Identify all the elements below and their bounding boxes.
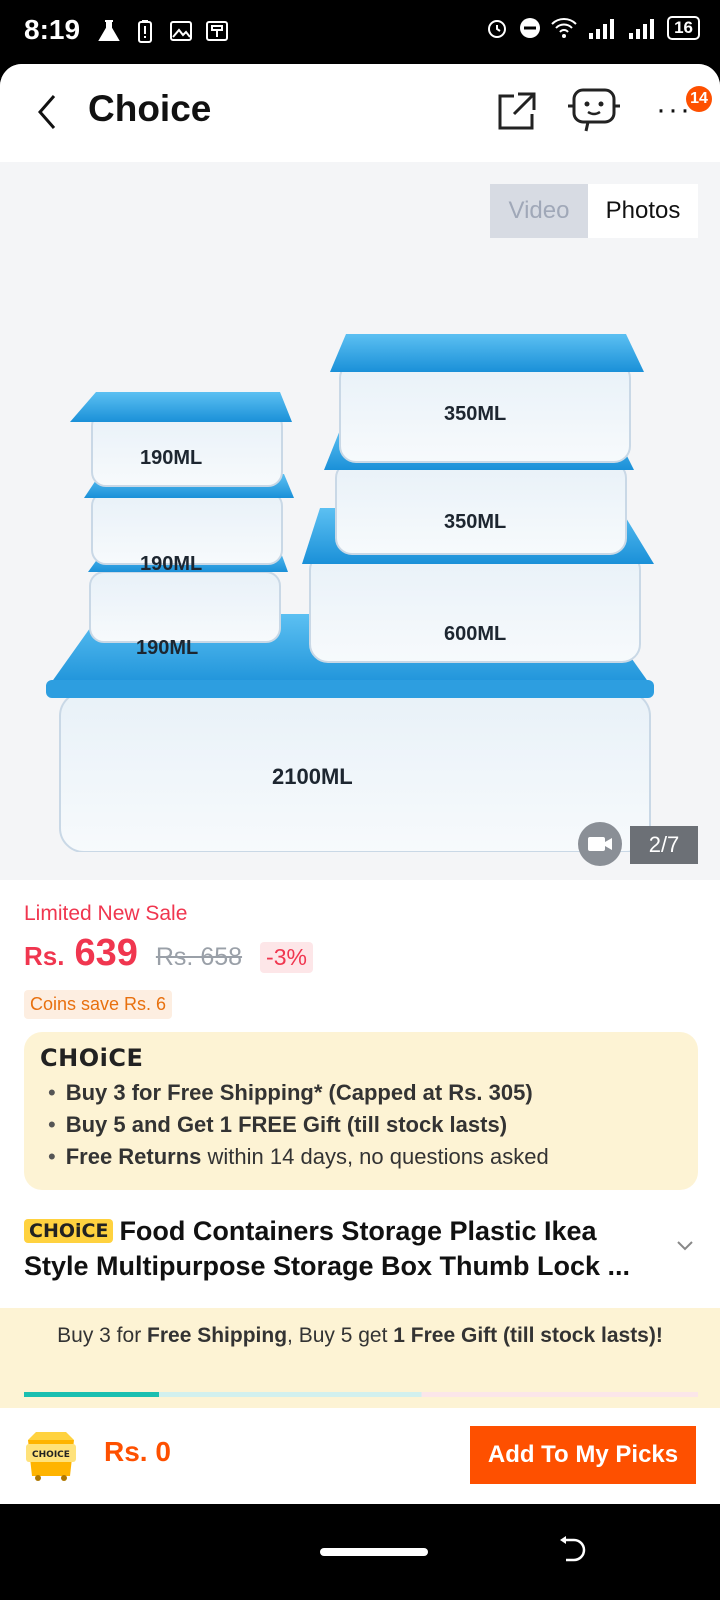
choice-logo: CHOiCE (40, 1044, 144, 1072)
system-nav-bar (0, 1504, 720, 1600)
alarm-icon (488, 20, 507, 38)
back-arrow-icon[interactable] (30, 92, 66, 132)
label-190ml-middle: 190ML (140, 553, 202, 575)
promo-banner[interactable]: Buy 3 for Free Shipping, Buy 5 get 1 Fre… (0, 1308, 720, 1408)
perk-free-returns: • Free Returns within 14 days, no questio… (48, 1144, 549, 1169)
bottom-action-bar: CHOICE Rs. 0 Add To My Picks (0, 1408, 720, 1504)
image-counter: 2/7 (630, 826, 698, 864)
cart-total: Rs. 0 (104, 1436, 171, 1467)
perk-free-shipping: • Buy 3 for Free Shipping* (Capped at Rs.… (48, 1080, 533, 1105)
signal-icon (589, 19, 615, 39)
label-350ml-lower: 350ML (444, 511, 506, 533)
home-gesture-pill[interactable] (320, 1548, 428, 1556)
perk-text: Free Returns (65, 1144, 202, 1169)
battery-alert-icon (138, 20, 152, 43)
app-bar: Choice ··· 14 (0, 64, 720, 162)
app-sheet: Choice ··· 14 Video Photos 350ML 350ML 6… (0, 64, 720, 1504)
wifi-icon (551, 18, 577, 38)
container-190ml-top (70, 392, 292, 487)
choice-cart-icon[interactable]: CHOICE (22, 1426, 80, 1482)
promo-progress-fill (24, 1392, 159, 1397)
label-350ml-top: 350ML (444, 403, 506, 425)
product-image: 350ML 350ML 600ML 190ML 190ML 190ML 2100… (46, 334, 654, 852)
status-right-icons: 16 (485, 16, 700, 40)
container-350ml-top (330, 334, 644, 463)
price-row: Rs. 639 Rs. 658 -3% (24, 932, 313, 975)
promo-progress-track (24, 1392, 698, 1397)
notification-badge: 14 (686, 86, 712, 112)
dnd-icon (520, 18, 541, 38)
original-price: Rs. 658 (155, 943, 243, 971)
status-left-icons (96, 18, 230, 44)
product-gallery[interactable]: Video Photos 350ML 350ML 600ML 190ML 190… (0, 162, 720, 880)
assistant-bot-icon[interactable] (566, 86, 622, 134)
price-value: 639 (74, 932, 138, 974)
signal-icon (629, 19, 655, 39)
video-camera-icon (588, 837, 612, 851)
sale-label: Limited New Sale (24, 902, 188, 925)
tab-video[interactable]: Video (490, 184, 588, 238)
image-icon (170, 21, 192, 41)
choice-benefits[interactable]: CHOiCE • Buy 3 for Free Shipping* (Capped… (24, 1032, 698, 1190)
choice-tag: CHOiCE (24, 1219, 114, 1243)
sim-icon (206, 21, 228, 41)
coins-badge: Coins save Rs. 6 (24, 990, 173, 1019)
svg-text:CHOICE: CHOICE (32, 1450, 70, 1460)
perk-text: Buy 3 for Free Shipping* (Capped at Rs. … (65, 1080, 533, 1105)
video-camera-button[interactable] (578, 822, 622, 866)
flask-icon (98, 20, 120, 41)
container-190ml-middle (84, 474, 294, 565)
promo-text: Buy 3 for Free Shipping, Buy 5 get 1 Fre… (57, 1324, 663, 1347)
chevron-down-icon[interactable] (676, 1240, 694, 1252)
label-600ml: 600ML (444, 623, 506, 645)
discount-badge: -3% (260, 942, 313, 973)
perk-detail: within 14 days, no questions asked (201, 1144, 549, 1169)
product-title[interactable]: CHOiCE Food Containers Storage Plastic Ik… (24, 1214, 664, 1284)
label-190ml-top: 190ML (140, 447, 202, 469)
share-icon[interactable] (496, 90, 538, 132)
add-to-picks-button[interactable]: Add To My Picks (470, 1426, 696, 1484)
product-title-text: Food Containers Storage Plastic Ikea Sty… (24, 1216, 631, 1281)
status-bar: 8:19 16 (0, 0, 720, 64)
perk-free-gift: • Buy 5 and Get 1 FREE Gift (till stock l… (48, 1112, 508, 1137)
rotate-icon[interactable] (556, 1534, 588, 1566)
label-190ml-bottom: 190ML (136, 637, 198, 659)
perk-text: Buy 5 and Get 1 FREE Gift (till stock la… (65, 1112, 508, 1137)
status-time: 8:19 (24, 14, 81, 45)
page-title: Choice (88, 88, 212, 129)
price-currency: Rs. (24, 941, 65, 971)
battery-indicator: 16 (667, 16, 700, 40)
tab-photos[interactable]: Photos (588, 184, 698, 238)
label-2100ml: 2100ML (272, 764, 353, 789)
media-toggle: Video Photos (490, 184, 698, 238)
